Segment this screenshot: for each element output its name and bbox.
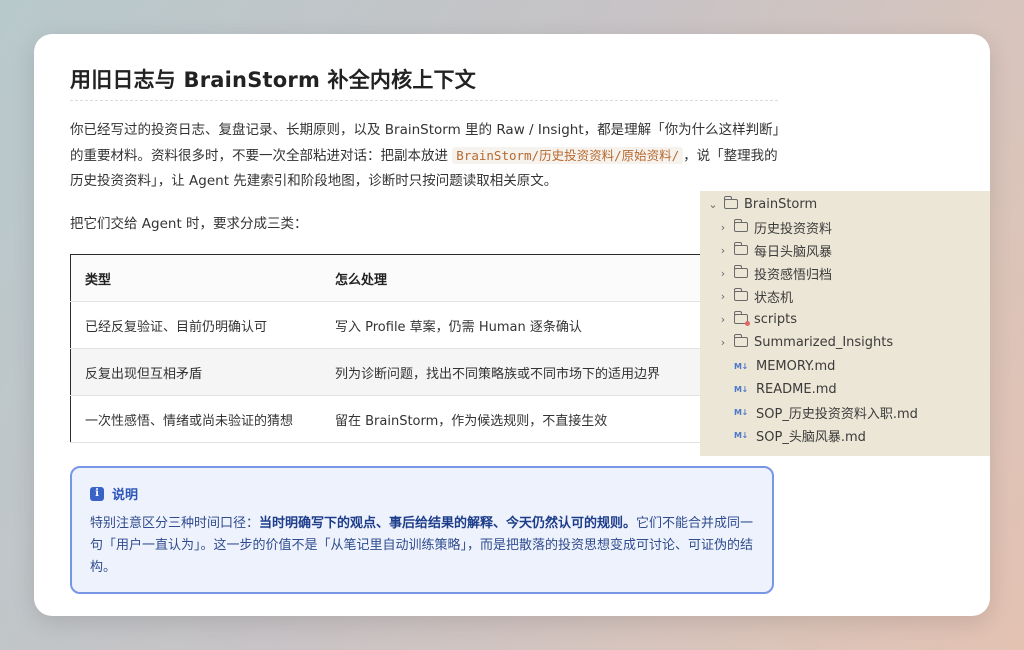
tree-folder-daily-brainstorm[interactable]: › 每日头脑风暴 [718, 239, 832, 261]
lead-paragraph: 把它们交给 Agent 时，要求分成三类： [70, 216, 308, 232]
chevron-right-icon: › [720, 220, 726, 234]
tree-file-sop-brainstorm[interactable]: M↓ SOP_头脑风暴.md [734, 424, 866, 446]
intro-paragraph: 你已经写过的投资日志、复盘记录、长期原则，以及 BrainStorm 里的 Ra… [70, 118, 782, 194]
tree-item-label: 历史投资资料 [754, 221, 833, 237]
info-callout: i 说明 特别注意区分三种时间口径：当时明确写下的观点、事后给结果的解释、今天仍… [70, 466, 774, 594]
tree-item-label: BrainStorm [744, 196, 818, 212]
file-explorer-panel: ⌄ BrainStorm › 历史投资资料 › 每日头脑风暴 › 投资感悟归档 … [700, 191, 990, 456]
tree-folder-state-machine[interactable]: › 状态机 [718, 285, 793, 307]
classification-table: 类型 怎么处理 已经反复验证、目前仍明确认可 写入 Profile 草案，仍需 … [70, 254, 802, 443]
tree-item-label: 每日头脑风暴 [754, 244, 833, 260]
callout-body: 特别注意区分三种时间口径：当时明确写下的观点、事后给结果的解释、今天仍然认可的规… [90, 513, 754, 579]
table-cell-type: 反复出现但互相矛盾 [70, 348, 321, 396]
table-cell-type: 一次性感悟、情绪或尚未验证的猜想 [70, 395, 321, 443]
table-header-type: 类型 [70, 254, 321, 302]
table-row: 反复出现但互相矛盾 列为诊断问题，找出不同策略族或不同市场下的适用边界 [70, 348, 802, 396]
tree-item-label: MEMORY.md [756, 358, 836, 374]
callout-lead: 特别注意区分三种时间口径： [90, 516, 260, 531]
code-path: BrainStorm/历史投资资料/原始资料/ [452, 147, 684, 164]
folder-icon [734, 219, 748, 232]
chevron-right-icon: › [720, 289, 726, 303]
tree-folder-historical[interactable]: › 历史投资资料 [718, 216, 832, 238]
chevron-right-icon: › [720, 335, 726, 349]
tree-item-label: scripts [754, 311, 797, 327]
tree-item-label: 投资感悟归档 [754, 267, 833, 283]
chevron-right-icon: › [720, 266, 726, 280]
folder-icon [734, 288, 748, 301]
chevron-down-icon: ⌄ [708, 197, 718, 211]
tree-item-label: 状态机 [754, 290, 794, 306]
table-cell-type: 已经反复验证、目前仍明确认可 [70, 301, 321, 349]
tree-folder-summarized-insights[interactable]: › Summarized_Insights [718, 331, 893, 353]
tree-file-sop-onboarding[interactable]: M↓ SOP_历史投资资料入职.md [734, 401, 918, 423]
title-divider [70, 100, 778, 101]
tree-item-label: SOP_头脑风暴.md [756, 429, 866, 445]
table-row: 已经反复验证、目前仍明确认可 写入 Profile 草案，仍需 Human 逐条… [70, 301, 802, 349]
folder-icon [734, 242, 748, 255]
markdown-icon: M↓ [734, 407, 748, 417]
tree-file-memory[interactable]: M↓ MEMORY.md [734, 355, 835, 377]
script-folder-icon [734, 311, 750, 326]
callout-header: i 说明 [90, 484, 754, 503]
tree-file-readme[interactable]: M↓ README.md [734, 378, 837, 400]
tree-item-label: Summarized_Insights [754, 334, 894, 350]
info-icon: i [90, 486, 104, 501]
markdown-icon: M↓ [734, 430, 748, 440]
tree-folder-insights-archive[interactable]: › 投资感悟归档 [718, 262, 832, 284]
chevron-right-icon: › [720, 312, 726, 326]
folder-icon [724, 196, 738, 209]
chevron-right-icon: › [720, 243, 726, 257]
tree-item-label: README.md [756, 381, 837, 397]
tree-root-brainstorm[interactable]: ⌄ BrainStorm [708, 193, 817, 215]
callout-emphasis: 当时明确写下的观点、事后给结果的解释、今天仍然认可的规则。 [259, 516, 637, 531]
folder-icon [734, 334, 748, 347]
markdown-icon: M↓ [734, 384, 748, 394]
page-title: 用旧日志与 BrainStorm 补全内核上下文 [70, 68, 476, 92]
table-header-row: 类型 怎么处理 [70, 254, 802, 302]
table-row: 一次性感悟、情绪或尚未验证的猜想 留在 BrainStorm，作为候选规则，不直… [70, 395, 802, 443]
folder-icon [734, 265, 748, 278]
tree-folder-scripts[interactable]: › scripts [718, 308, 797, 330]
callout-title: 说明 [112, 488, 139, 503]
tree-item-label: SOP_历史投资资料入职.md [756, 406, 918, 422]
script-badge [745, 321, 750, 326]
markdown-icon: M↓ [734, 361, 748, 371]
